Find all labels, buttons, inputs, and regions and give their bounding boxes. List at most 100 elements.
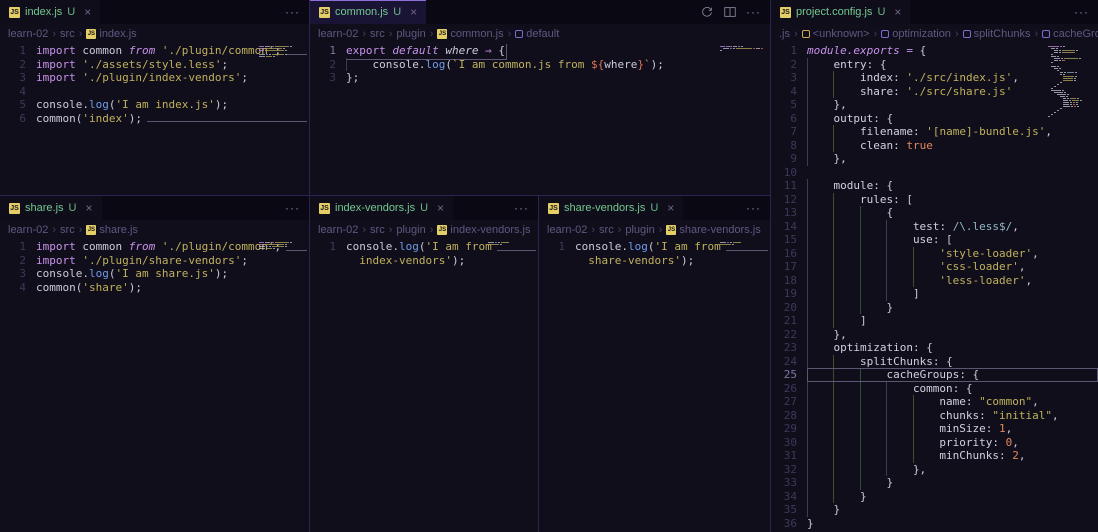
breadcrumb-item[interactable]: src <box>599 224 614 236</box>
breadcrumb-item[interactable]: JS share.js <box>86 224 138 236</box>
close-tab-icon[interactable]: × <box>85 201 92 215</box>
code-line[interactable]: cacheGroups: { <box>807 368 1098 382</box>
breadcrumb-item[interactable]: .js <box>779 28 790 40</box>
code-line[interactable]: minSize: 1, <box>807 422 1098 436</box>
code-line[interactable]: console. log('I am from <box>346 240 538 254</box>
code-line[interactable]: 'css-loader', <box>807 260 1098 274</box>
code-line[interactable]: common('index'); <box>36 112 309 126</box>
breadcrumb-item[interactable]: cacheGroups <box>1042 28 1098 40</box>
breadcrumb-item[interactable]: plugin <box>396 28 425 40</box>
breadcrumb-item[interactable]: src <box>60 224 75 236</box>
code-line[interactable]: share-vendors'); <box>575 254 770 268</box>
breadcrumb-item[interactable]: JS index.js <box>86 28 137 40</box>
code-line[interactable]: splitChunks: { <box>807 354 1098 368</box>
code-line[interactable]: }, <box>807 98 1098 112</box>
tab-share-js[interactable]: JS share.js U × <box>0 196 102 220</box>
code-editor[interactable]: 1 2 3 4 5 6 7 8 9 10 11 12 13 14 15 16 17 18 19 20 21 22 23 24 2… <box>771 44 1098 532</box>
breadcrumb-item[interactable]: src <box>370 224 385 236</box>
tab-common-js[interactable]: JS common.js U × <box>310 0 427 24</box>
breadcrumb-item[interactable]: learn-02 <box>318 224 358 236</box>
line-number-gutter[interactable]: 1 <box>539 240 575 532</box>
code-line[interactable]: name: "common", <box>807 395 1098 409</box>
breadcrumb-item[interactable]: learn-02 <box>8 224 48 236</box>
more-actions-icon[interactable]: ··· <box>746 6 761 18</box>
breadcrumb-item[interactable]: src <box>370 28 385 40</box>
line-number-gutter[interactable]: 1 <box>310 240 346 532</box>
breadcrumb-item[interactable]: <unknown> <box>801 28 870 40</box>
code-line[interactable]: } <box>807 517 1098 531</box>
code-line[interactable]: clean: true <box>807 138 1098 152</box>
line-number-gutter[interactable]: 123456 <box>0 44 36 195</box>
line-number-gutter[interactable]: 1234 <box>0 240 36 532</box>
code-line[interactable]: console. log(`I am common.js from ${where… <box>346 57 770 71</box>
code-line[interactable]: console. log('I am share.js'); <box>36 267 309 281</box>
code-line[interactable] <box>807 166 1098 180</box>
code-line[interactable]: } <box>807 476 1098 490</box>
code-line[interactable]: optimization: { <box>807 341 1098 355</box>
breadcrumb-item[interactable]: default <box>515 28 559 40</box>
code-line[interactable]: entry: { <box>807 57 1098 71</box>
more-actions-icon[interactable]: ··· <box>1074 6 1089 18</box>
code-line[interactable]: filename: '[name]-bundle.js', <box>807 125 1098 139</box>
code-editor[interactable]: 1 console. log('I am from share-vendors')… <box>539 240 770 532</box>
more-actions-icon[interactable]: ··· <box>514 202 529 214</box>
code-line[interactable]: index-vendors'); <box>346 254 538 268</box>
code-line[interactable]: chunks: "initial", <box>807 408 1098 422</box>
code-line[interactable]: import './assets/style.less'; <box>36 58 309 72</box>
code-line[interactable]: module.exports = { <box>807 44 1098 58</box>
code-line[interactable]: }, <box>807 152 1098 166</box>
code-line[interactable]: test: /\.less$/, <box>807 219 1098 233</box>
breadcrumb-item[interactable]: learn-02 <box>8 28 48 40</box>
code-area[interactable]: import common from './plugin/common'; imp… <box>36 44 309 195</box>
breadcrumb-item[interactable]: splitChunks <box>962 28 1030 40</box>
code-line[interactable]: } <box>807 489 1098 503</box>
code-line[interactable]: console. log('I am index.js'); <box>36 98 309 112</box>
code-line[interactable]: import './plugin/index-vendors'; <box>36 71 309 85</box>
code-line[interactable]: } <box>807 503 1098 517</box>
code-line[interactable]: ] <box>807 287 1098 301</box>
breadcrumb-item[interactable]: src <box>60 28 75 40</box>
breadcrumb-item[interactable]: learn-02 <box>547 224 587 236</box>
code-line[interactable]: ] <box>807 314 1098 328</box>
tab-index-js[interactable]: JS index.js U × <box>0 0 101 24</box>
code-editor[interactable]: 123456 import common from './plugin/comm… <box>0 44 309 195</box>
close-tab-icon[interactable]: × <box>84 5 91 19</box>
code-line[interactable]: import common from './plugin/common'; <box>36 240 309 254</box>
code-line[interactable]: export default where ⇒ { <box>346 44 770 60</box>
breadcrumb-item[interactable]: plugin <box>625 224 654 236</box>
breadcrumb-item[interactable]: JS common.js <box>437 28 504 40</box>
breadcrumb-item[interactable]: JS index-vendors.js <box>437 224 531 236</box>
code-line[interactable]: priority: 0, <box>807 435 1098 449</box>
tab-index-vendors-js[interactable]: JS index-vendors.js U × <box>310 196 454 220</box>
code-line[interactable]: 'style-loader', <box>807 246 1098 260</box>
code-line[interactable]: 'less-loader', <box>807 273 1098 287</box>
code-line[interactable]: use: [ <box>807 233 1098 247</box>
breadcrumb-item[interactable]: learn-02 <box>318 28 358 40</box>
close-tab-icon[interactable]: × <box>437 201 444 215</box>
more-actions-icon[interactable]: ··· <box>285 202 300 214</box>
code-line[interactable]: common('share'); <box>36 281 309 295</box>
code-line[interactable]: minChunks: 2, <box>807 449 1098 463</box>
line-number-gutter[interactable]: 123 <box>310 44 346 195</box>
code-line[interactable]: module: { <box>807 179 1098 193</box>
tab-project-config-js[interactable]: JS project.config.js U × <box>771 0 911 24</box>
code-area[interactable]: module.exports = {entry: {index: './src/… <box>807 44 1098 532</box>
code-line[interactable]: import './plugin/share-vendors'; <box>36 254 309 268</box>
more-actions-icon[interactable]: ··· <box>746 202 761 214</box>
close-tab-icon[interactable]: × <box>894 5 901 19</box>
code-editor[interactable]: 123 export default where ⇒ {console. log(… <box>310 44 770 195</box>
code-area[interactable]: console. log('I am from index-vendors'); <box>346 240 538 532</box>
code-line[interactable]: }; <box>346 71 770 85</box>
code-line[interactable]: } <box>807 300 1098 314</box>
close-tab-icon[interactable]: × <box>410 5 417 19</box>
code-editor[interactable]: 1 console. log('I am from index-vendors')… <box>310 240 538 532</box>
code-line[interactable]: common: { <box>807 381 1098 395</box>
code-editor[interactable]: 1234 import common from './plugin/common… <box>0 240 309 532</box>
breadcrumb-item[interactable]: optimization <box>881 28 951 40</box>
code-line[interactable]: console. log('I am from <box>575 240 770 254</box>
code-line[interactable]: { <box>807 206 1098 220</box>
code-line[interactable]: import common from './plugin/common'; <box>36 44 309 58</box>
code-area[interactable]: import common from './plugin/common'; imp… <box>36 240 309 532</box>
code-line[interactable] <box>36 85 309 99</box>
code-area[interactable]: console. log('I am from share-vendors'); <box>575 240 770 532</box>
